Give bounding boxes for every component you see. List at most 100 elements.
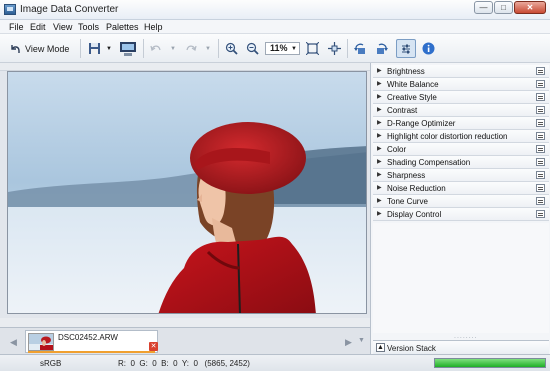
- save-dropdown-arrow[interactable]: ▼: [104, 39, 114, 58]
- expand-arrow-icon: ▶: [377, 185, 382, 191]
- redo-icon: [186, 45, 197, 51]
- menu-view[interactable]: View: [53, 22, 72, 32]
- expand-arrow-icon: ▶: [377, 211, 382, 217]
- palette-options-icon[interactable]: [536, 132, 545, 140]
- save-button[interactable]: [86, 39, 102, 58]
- panel-empty-area: [373, 223, 549, 333]
- toolbar-separator: [347, 39, 348, 58]
- rotate-right-button[interactable]: [374, 39, 390, 58]
- palette-d-range-optimizer[interactable]: ▶ D-Range Optimizer: [373, 117, 549, 130]
- progress-bar: [434, 358, 546, 368]
- expand-arrow-icon: ▶: [377, 172, 382, 178]
- filmstrip-prev-icon[interactable]: ◀: [10, 337, 17, 348]
- expand-arrow-icon: ▶: [377, 146, 382, 152]
- view-mode-button[interactable]: View Mode: [9, 39, 75, 58]
- palette-options-icon[interactable]: [536, 80, 545, 88]
- full-size-button[interactable]: [326, 39, 342, 58]
- palette-options-icon[interactable]: [536, 171, 545, 179]
- palette-options-icon[interactable]: [536, 158, 545, 166]
- viewer-header: [0, 63, 370, 71]
- expand-arrow-icon: ▶: [377, 133, 382, 139]
- window-title: Image Data Converter: [20, 4, 119, 15]
- color-space-label: sRGB: [40, 359, 62, 368]
- progress-fill: [435, 359, 545, 367]
- palette-contrast[interactable]: ▶ Contrast: [373, 104, 549, 117]
- save-icon: [88, 43, 100, 54]
- palette-label: Contrast: [387, 106, 418, 115]
- horizontal-scroll-area[interactable]: [0, 318, 370, 327]
- palette-options-icon[interactable]: [536, 67, 545, 75]
- undo-dropdown-arrow[interactable]: ▼: [168, 39, 178, 58]
- sliders-icon: [402, 44, 410, 53]
- palette-highlight-distortion[interactable]: ▶ Highlight color distortion reduction: [373, 130, 549, 143]
- menu-help[interactable]: Help: [144, 22, 163, 32]
- palette-options-icon[interactable]: [536, 106, 545, 114]
- close-button[interactable]: ✕: [514, 1, 546, 14]
- palette-options-icon[interactable]: [536, 93, 545, 101]
- palette-creative-style[interactable]: ▶ Creative Style: [373, 91, 549, 104]
- thumbnail-item[interactable]: DSC02452.ARW ✕: [25, 330, 158, 353]
- menu-tools[interactable]: Tools: [78, 22, 99, 32]
- zoom-in-button[interactable]: [223, 39, 239, 58]
- rotate-left-button[interactable]: [352, 39, 368, 58]
- maximize-button[interactable]: □: [494, 1, 513, 14]
- minimize-button[interactable]: —: [474, 1, 493, 14]
- fit-to-window-button[interactable]: [304, 39, 320, 58]
- menu-palettes[interactable]: Palettes: [106, 22, 139, 32]
- palette-label: D-Range Optimizer: [387, 119, 456, 128]
- version-stack-header[interactable]: ▲ Version Stack: [373, 340, 549, 354]
- zoom-select[interactable]: 11% ▼: [265, 42, 300, 55]
- palette-color[interactable]: ▶ Color: [373, 143, 549, 156]
- palette-display-control[interactable]: ▶ Display Control: [373, 208, 549, 221]
- view-mode-label: View Mode: [25, 43, 70, 54]
- palette-brightness[interactable]: ▶ Brightness: [373, 65, 549, 78]
- palette-tone-curve[interactable]: ▶ Tone Curve: [373, 195, 549, 208]
- preview-image[interactable]: [7, 71, 367, 314]
- app-icon: [4, 4, 16, 15]
- filmstrip: ◀ DSC02452.ARW ✕ ▶ ▼: [0, 327, 370, 354]
- palette-shading-compensation[interactable]: ▶ Shading Compensation: [373, 156, 549, 169]
- zoom-out-icon: [246, 42, 259, 55]
- photo-woman-red-hat: [8, 72, 366, 313]
- palette-options-icon[interactable]: [536, 184, 545, 192]
- toolbar-separator: [218, 39, 219, 58]
- chevron-down-icon: ▼: [291, 46, 297, 52]
- back-arrow-icon: [11, 44, 20, 53]
- image-viewer[interactable]: [0, 63, 370, 327]
- palette-label: Color: [387, 145, 407, 154]
- palette-sharpness[interactable]: ▶ Sharpness: [373, 169, 549, 182]
- full-size-icon: [327, 42, 341, 55]
- filmstrip-next-icon[interactable]: ▶: [345, 337, 352, 348]
- palette-label: Sharpness: [387, 171, 426, 180]
- expand-arrow-icon: ▶: [377, 120, 382, 126]
- adjustment-palettes-panel: ▶ Brightness ▶ White Balance ▶ Creative Sty…: [370, 63, 550, 354]
- palette-options-icon[interactable]: [536, 119, 545, 127]
- palette-label: Shading Compensation: [387, 158, 471, 167]
- filmstrip-menu-icon[interactable]: ▼: [358, 337, 365, 344]
- palette-label: Noise Reduction: [387, 184, 446, 193]
- menu-file[interactable]: File: [9, 22, 24, 32]
- palette-label: Display Control: [387, 210, 442, 219]
- palette-label: White Balance: [387, 80, 439, 89]
- output-button[interactable]: [118, 39, 138, 58]
- rotate-left-icon: [354, 43, 365, 54]
- expand-arrow-icon: ▶: [377, 94, 382, 100]
- expand-arrow-icon: ▶: [377, 107, 382, 113]
- information-button[interactable]: [420, 39, 436, 58]
- toolbar: View Mode ▼ ▼ ▼ 11% ▼: [0, 34, 550, 63]
- zoom-value: 11%: [270, 43, 288, 53]
- undo-button[interactable]: [149, 39, 163, 58]
- redo-button[interactable]: [184, 39, 198, 58]
- menu-edit[interactable]: Edit: [30, 22, 46, 32]
- palette-noise-reduction[interactable]: ▶ Noise Reduction: [373, 182, 549, 195]
- expand-box-icon[interactable]: ▲: [376, 343, 385, 352]
- palette-options-icon[interactable]: [536, 197, 545, 205]
- adjustments-palette-button[interactable]: [396, 39, 416, 58]
- splitter-grip[interactable]: ........: [454, 333, 478, 340]
- remove-icon[interactable]: ✕: [149, 342, 158, 351]
- zoom-out-button[interactable]: [244, 39, 260, 58]
- redo-dropdown-arrow[interactable]: ▼: [203, 39, 213, 58]
- palette-options-icon[interactable]: [536, 145, 545, 153]
- palette-white-balance[interactable]: ▶ White Balance: [373, 78, 549, 91]
- palette-options-icon[interactable]: [536, 210, 545, 218]
